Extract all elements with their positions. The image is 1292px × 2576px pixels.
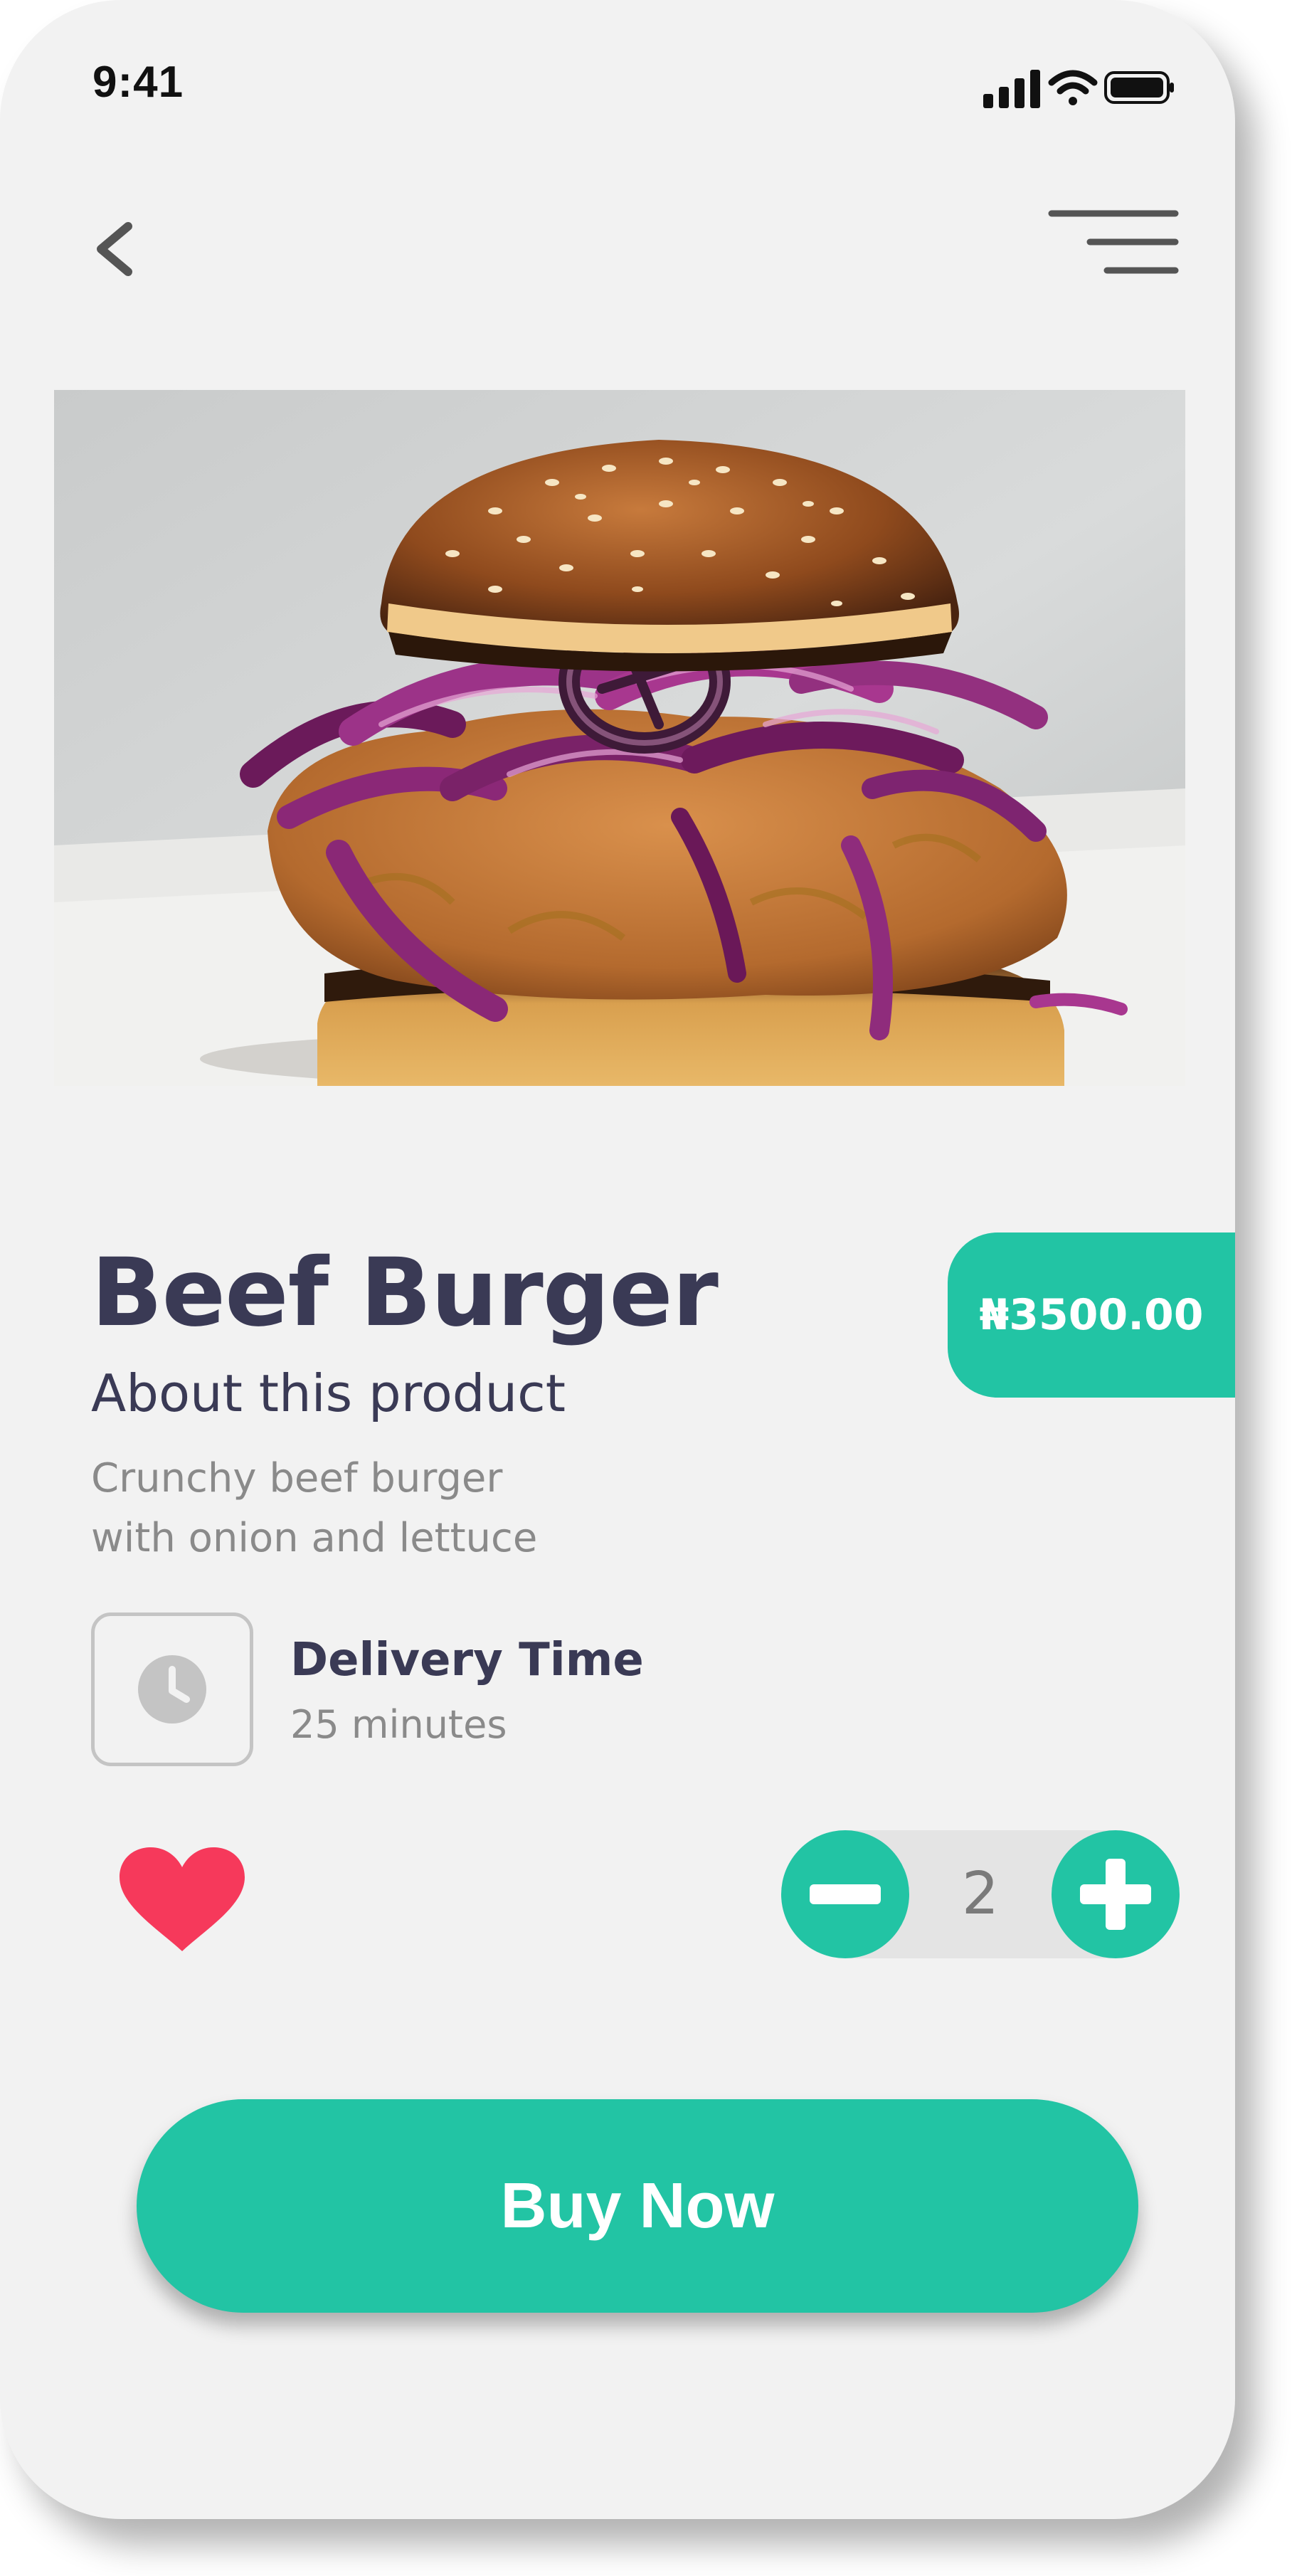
buy-now-button[interactable]: Buy Now xyxy=(137,2099,1138,2313)
increment-button[interactable] xyxy=(1052,1830,1180,1958)
product-title: Beef Burger xyxy=(91,1238,719,1348)
battery-icon xyxy=(1104,71,1174,104)
price-badge: ₦3500.00 xyxy=(948,1232,1235,1398)
buy-now-label: Buy Now xyxy=(500,2170,775,2242)
description-line: with onion and lettuce xyxy=(91,1515,538,1561)
favorite-button[interactable] xyxy=(117,1846,248,1953)
wifi-icon xyxy=(1048,70,1098,105)
menu-button[interactable] xyxy=(1046,206,1181,278)
delivery-time-icon-box xyxy=(91,1612,253,1766)
decrement-button[interactable] xyxy=(781,1830,909,1958)
quantity-stepper: 2 xyxy=(781,1830,1180,1958)
product-description: Crunchy beef burger with onion and lettu… xyxy=(91,1449,731,1568)
menu-icon xyxy=(1048,210,1179,274)
minus-icon xyxy=(810,1884,881,1904)
delivery-time-label: Delivery Time xyxy=(290,1634,644,1686)
heart-icon xyxy=(120,1847,245,1951)
back-button[interactable] xyxy=(85,213,142,285)
price-text: ₦3500.00 xyxy=(979,1290,1204,1340)
about-heading: About this product xyxy=(91,1363,566,1423)
burger-photo xyxy=(54,390,1185,1086)
signal-icon xyxy=(983,70,1040,108)
phone-screen: 9:41 Beef Burger ₦3500.00 About this pro… xyxy=(0,0,1235,2519)
delivery-time-value: 25 minutes xyxy=(290,1702,507,1747)
description-line: Crunchy beef burger xyxy=(91,1455,503,1501)
status-icons xyxy=(983,70,1174,108)
plus-icon xyxy=(1080,1859,1151,1930)
status-time: 9:41 xyxy=(92,58,184,107)
chevron-left-icon xyxy=(97,222,132,276)
clock-icon xyxy=(138,1655,206,1724)
